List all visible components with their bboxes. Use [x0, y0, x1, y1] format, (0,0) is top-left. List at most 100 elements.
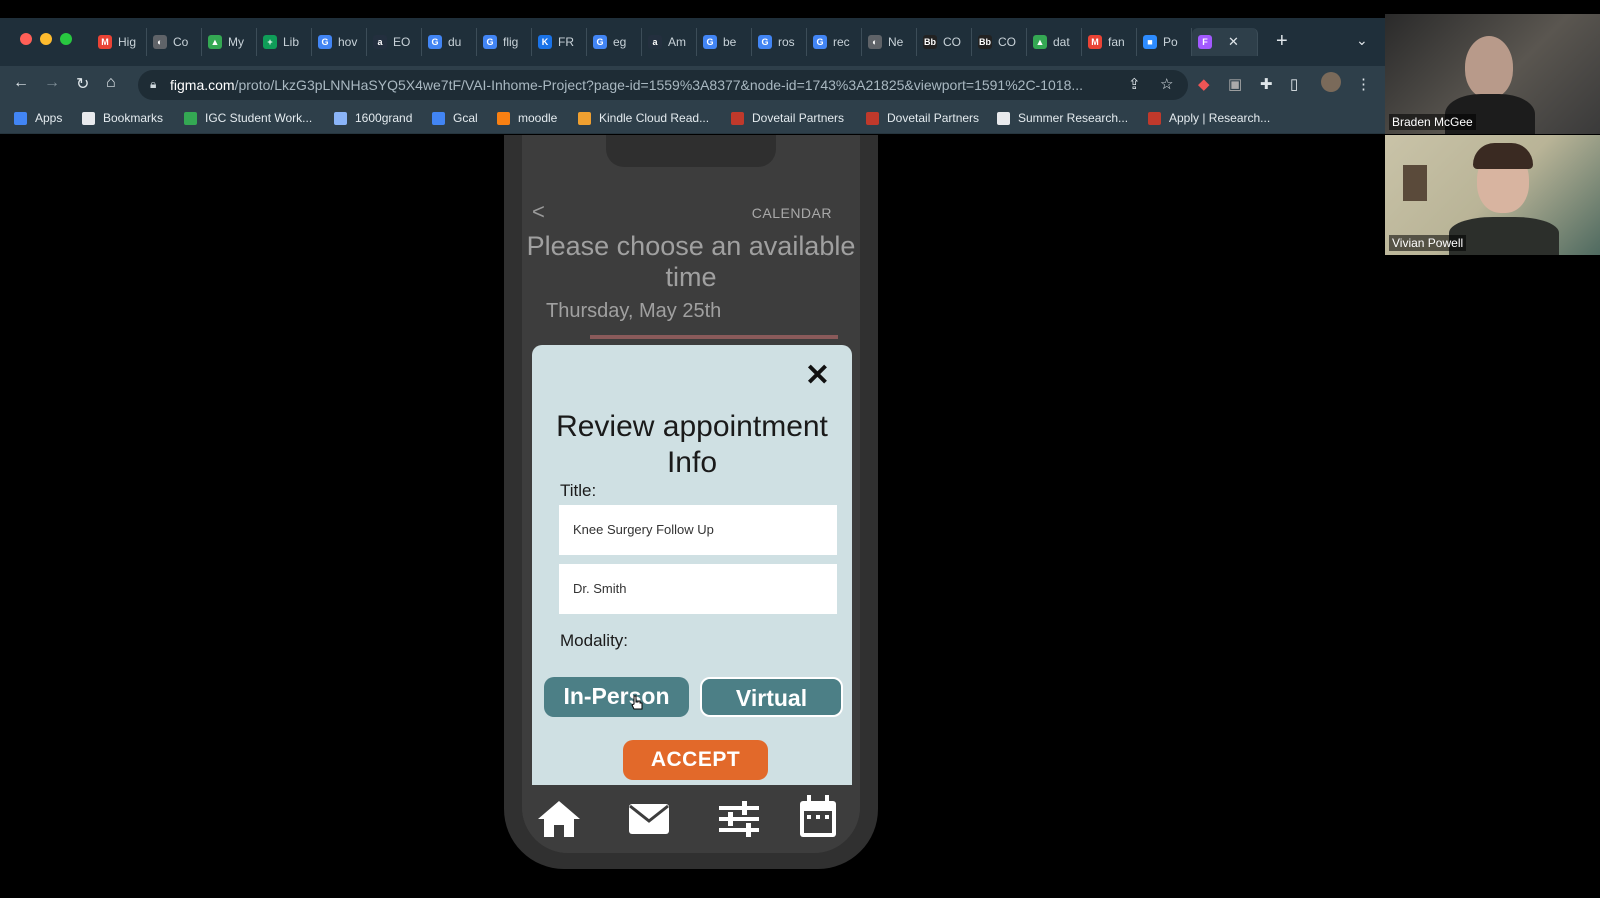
participant-hair-2: [1473, 143, 1533, 169]
zoom-icon: ■: [1143, 35, 1157, 49]
browser-tab-label: Ne: [888, 35, 904, 49]
google-icon: G: [483, 35, 497, 49]
browser-tab[interactable]: ◐ Ne: [862, 28, 917, 56]
new-tab-button[interactable]: +: [1276, 30, 1288, 53]
forward-arrow-icon[interactable]: →: [44, 74, 60, 92]
accept-button[interactable]: ACCEPT: [623, 740, 768, 780]
browser-tab[interactable]: + Lib: [257, 28, 312, 56]
back-chevron-icon[interactable]: <: [532, 199, 545, 225]
browser-tab[interactable]: ◐ Co: [147, 28, 202, 56]
google-icon: G: [813, 35, 827, 49]
bookmark-item[interactable]: Apply | Research...: [1148, 111, 1270, 125]
browser-tab[interactable]: Gdu: [422, 28, 477, 56]
tab-strip: M Hig ◐ Co ▲ My + Lib Ghov a EO Gdu Gflig K FR Geg a Am Gb…: [92, 28, 1258, 58]
back-arrow-icon[interactable]: ←: [13, 74, 29, 92]
screen: M Hig ◐ Co ▲ My + Lib Ghov a EO Gdu Gflig K FR Geg a Am Gb…: [0, 0, 1600, 898]
extension-grey-icon[interactable]: ▣: [1228, 75, 1242, 93]
browser-tab[interactable]: Bb CO: [972, 28, 1027, 56]
close-window-button[interactable]: [20, 33, 32, 45]
bookmark-item[interactable]: Bookmarks: [82, 111, 163, 125]
bookmark-item[interactable]: Dovetail Partners: [731, 111, 844, 125]
participant-video-1[interactable]: Braden McGee: [1385, 14, 1600, 134]
bookmark-item[interactable]: Gcal: [432, 111, 478, 125]
minimize-window-button[interactable]: [40, 33, 52, 45]
close-icon[interactable]: ✕: [805, 361, 830, 391]
more-menu-icon[interactable]: ⋮: [1356, 75, 1371, 93]
star-icon: [82, 111, 95, 125]
virtual-button[interactable]: Virtual: [700, 677, 843, 717]
reload-icon[interactable]: ↻: [76, 74, 89, 94]
blackboard-icon: Bb: [978, 35, 992, 49]
browser-tab-label: CO: [998, 35, 1016, 49]
calendar-icon: [432, 111, 445, 125]
extensions-puzzle-icon[interactable]: ✚: [1260, 75, 1273, 93]
time-slot-bar: [590, 335, 838, 339]
bookmark-item[interactable]: 1600grand: [334, 111, 412, 125]
browser-tab[interactable]: Grec: [807, 28, 862, 56]
tab-search-chevron-icon[interactable]: ⌄: [1356, 32, 1368, 49]
browser-tab-label: Lib: [283, 35, 300, 49]
bookmark-star-icon[interactable]: ☆: [1160, 75, 1173, 93]
bookmark-item[interactable]: moodle: [497, 111, 557, 125]
bookmark-item[interactable]: Kindle Cloud Read...: [578, 111, 709, 125]
browser-tab[interactable]: Gflig: [477, 28, 532, 56]
google-icon: G: [593, 35, 607, 49]
browser-tab[interactable]: Bb CO: [917, 28, 972, 56]
settings-sliders-nav-icon[interactable]: [718, 801, 760, 837]
gmail-icon: M: [1088, 35, 1102, 49]
browser-tab-label: eg: [613, 35, 627, 49]
browser-tab-label: My: [228, 35, 244, 49]
bookmark-label: Kindle Cloud Read...: [599, 111, 710, 125]
profile-avatar[interactable]: [1321, 72, 1341, 92]
title-field[interactable]: Knee Surgery Follow Up: [559, 505, 837, 555]
browser-tab[interactable]: a Am: [642, 28, 697, 56]
calendar-nav-icon[interactable]: [798, 795, 838, 839]
browser-tab[interactable]: K FR: [532, 28, 587, 56]
participant-face-1: [1465, 36, 1513, 98]
browser-tab-label: dat: [1053, 35, 1070, 49]
bookmark-label: 1600grand: [355, 111, 413, 125]
bookmark-label: Dovetail Partners: [887, 111, 980, 125]
home-nav-icon[interactable]: [536, 799, 582, 839]
browser-tab-label: CO: [943, 35, 961, 49]
in-person-button[interactable]: In-Person: [544, 677, 689, 717]
browser-tab[interactable]: a EO: [367, 28, 422, 56]
browser-tab-active[interactable]: F ✕: [1192, 28, 1258, 56]
browser-tab[interactable]: Mfan: [1082, 28, 1137, 56]
participant-name-1: Braden McGee: [1389, 114, 1476, 130]
review-appointment-modal: ✕ Review appointment Info Title: Knee Su…: [532, 345, 852, 785]
home-icon[interactable]: ⌂: [106, 74, 116, 92]
browser-tab[interactable]: Gros: [752, 28, 807, 56]
extension-red-icon[interactable]: ◆: [1198, 75, 1210, 93]
browser-tab-label: ros: [778, 35, 795, 49]
browser-tab-label: be: [723, 35, 737, 49]
google-icon: G: [703, 35, 717, 49]
address-bar[interactable]: 🔒︎ figma.com/proto/LkzG3pLNNHaSYQ5X4we7t…: [138, 70, 1188, 100]
bookmark-item[interactable]: IGC Student Work...: [184, 111, 312, 125]
bookmark-item[interactable]: Summer Research...: [997, 111, 1128, 125]
wall-picture-frame: [1403, 165, 1427, 201]
participant-name-2: Vivian Powell: [1389, 235, 1467, 251]
doctor-field[interactable]: Dr. Smith: [559, 564, 837, 614]
maximize-window-button[interactable]: [60, 33, 72, 45]
browser-tab[interactable]: M Hig: [92, 28, 147, 56]
bookmark-item[interactable]: Dovetail Partners: [866, 111, 979, 125]
modal-title: Review appointment Info: [556, 410, 828, 479]
browser-tab[interactable]: Geg: [587, 28, 642, 56]
browser-tab[interactable]: Gbe: [697, 28, 752, 56]
browser-tab[interactable]: ■ Po: [1137, 28, 1192, 56]
close-tab-icon[interactable]: ✕: [1228, 34, 1239, 50]
side-panel-icon[interactable]: ▯: [1290, 75, 1298, 93]
participant-video-2[interactable]: Vivian Powell: [1385, 135, 1600, 255]
browser-tab[interactable]: Ghov: [312, 28, 367, 56]
browser-tab[interactable]: ▲ dat: [1027, 28, 1082, 56]
browser-tab[interactable]: ▲ My: [202, 28, 257, 56]
share-icon[interactable]: ⇪: [1128, 75, 1141, 93]
bookmark-item[interactable]: Apps: [14, 111, 62, 125]
google-icon: G: [318, 35, 332, 49]
choose-time-prompt: Please choose an available time: [526, 231, 856, 292]
shield-icon: [334, 111, 347, 125]
amazon-icon: a: [373, 35, 387, 49]
mail-nav-icon[interactable]: [628, 803, 670, 835]
browser-tab-label: flig: [503, 35, 519, 49]
